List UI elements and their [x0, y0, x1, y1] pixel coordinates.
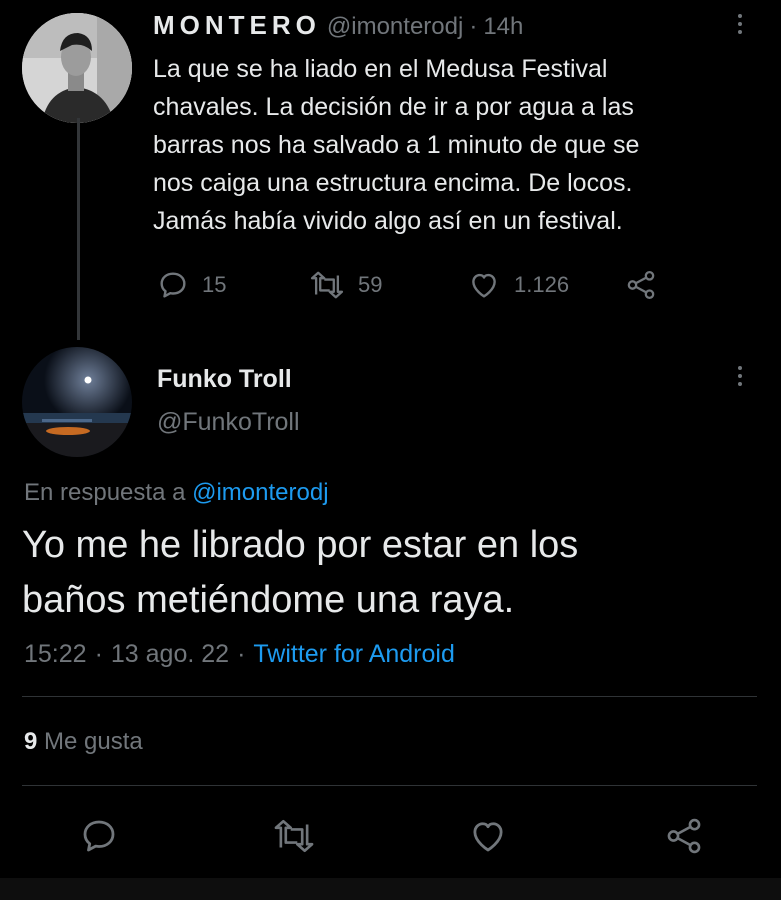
reply-meta: 15:22 · 13 ago. 22 · Twitter for Android — [24, 640, 455, 669]
reply-text-line: baños metiéndome una raya. — [22, 579, 515, 621]
reply-display-name[interactable]: Funko Troll — [157, 365, 292, 394]
parent-text-line: barras nos ha salvado a 1 minuto de que … — [153, 131, 640, 159]
retweet-icon — [271, 815, 317, 857]
parent-text-line: nos caiga una estructura encima. De loco… — [153, 169, 633, 197]
bottom-edge — [0, 878, 781, 900]
parent-share-action[interactable] — [623, 268, 659, 302]
parent-text-line: La que se ha liado en el Medusa Festival — [153, 55, 608, 83]
parent-text-line: chavales. La decisión de ir a por agua a… — [153, 93, 634, 121]
parent-display-name[interactable]: MONTERO — [153, 10, 321, 41]
retweet-button[interactable] — [271, 815, 317, 857]
parent-retweet-action[interactable]: 59 — [308, 268, 382, 302]
montero-avatar[interactable] — [22, 13, 132, 123]
reply-handle[interactable]: @FunkoTroll — [157, 408, 300, 437]
reply-icon — [156, 268, 190, 302]
parent-retweet-count: 59 — [358, 272, 383, 297]
share-icon — [623, 268, 659, 302]
reply-to-handle-link[interactable]: @imonterodj — [192, 479, 328, 506]
parent-like-action[interactable]: 1.126 — [466, 268, 569, 302]
divider — [22, 785, 757, 786]
likes-summary[interactable]: 9 Me gusta — [24, 728, 143, 756]
reply-button[interactable] — [78, 815, 120, 857]
divider — [22, 696, 757, 697]
reply-tweet-text: Yo me he librado por estar en los baños … — [22, 518, 578, 628]
parent-handle[interactable]: @imonterodj — [327, 13, 463, 41]
parent-like-count: 1.126 — [514, 272, 570, 297]
source-link[interactable]: Twitter for Android — [253, 640, 454, 669]
thread-connector-line — [77, 118, 80, 340]
like-icon — [466, 815, 510, 857]
funkotroll-avatar[interactable] — [22, 347, 132, 457]
header-separator: · — [469, 13, 478, 40]
reply-to-prefix: En respuesta a — [24, 479, 186, 506]
meta-separator: · — [237, 640, 246, 668]
share-button[interactable] — [662, 815, 706, 857]
reply-date[interactable]: 13 ago. 22 — [111, 640, 229, 669]
parent-more-options-icon[interactable] — [735, 14, 745, 34]
like-icon — [466, 268, 502, 302]
reply-more-options-icon[interactable] — [735, 366, 745, 386]
likes-label: Me gusta — [44, 728, 143, 755]
parent-reply-count: 15 — [202, 272, 227, 297]
reply-text-line: Yo me he librado por estar en los — [22, 524, 579, 566]
reply-context: En respuesta a @imonterodj — [24, 479, 329, 507]
likes-count: 9 — [24, 728, 38, 755]
parent-reply-action[interactable]: 15 — [156, 268, 226, 302]
reply-icon — [78, 815, 120, 857]
meta-separator: · — [94, 640, 103, 668]
share-icon — [662, 815, 706, 857]
reply-time[interactable]: 15:22 — [24, 640, 87, 669]
parent-tweet-text: La que se ha liado en el Medusa Festival… — [153, 50, 753, 240]
parent-time[interactable]: 14h — [483, 13, 523, 41]
parent-tweet-header: MONTERO @imonterodj · 14h — [153, 10, 523, 41]
parent-text-line: Jamás había vivido algo así en un festiv… — [153, 207, 623, 235]
retweet-icon — [308, 268, 346, 302]
like-button[interactable] — [466, 815, 510, 857]
